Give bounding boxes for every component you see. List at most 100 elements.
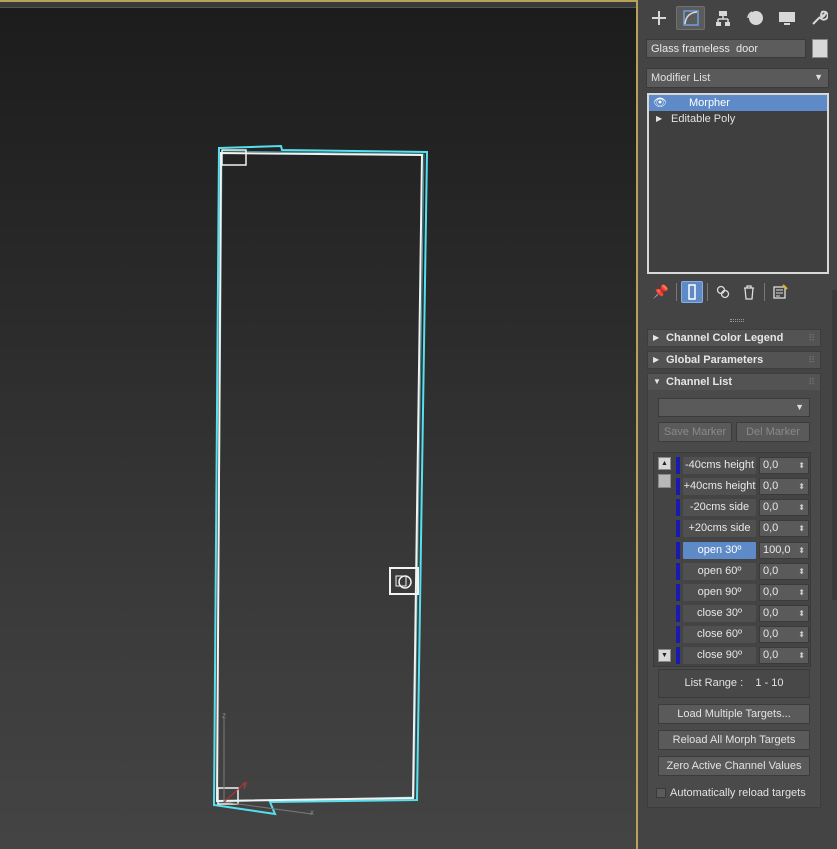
channel-color-bar xyxy=(676,605,680,622)
modifier-list-dropdown[interactable]: Modifier List ▼ xyxy=(646,68,829,88)
tab-hierarchy[interactable] xyxy=(708,6,737,30)
eye-icon[interactable]: 👁 xyxy=(653,95,667,111)
command-panel: Modifier List ▼ 👁 Morpher ▶ Editable Pol… xyxy=(640,0,837,849)
channel-color-bar xyxy=(676,584,680,601)
scroll-down-button[interactable]: ▼ xyxy=(658,649,671,662)
channel-row: close 60º 0,0 ⬍ xyxy=(676,625,810,644)
channel-value-spinner[interactable]: 100,0 ⬍ xyxy=(759,542,809,559)
channel-value: 0,0 xyxy=(763,480,779,492)
remove-modifier-button[interactable] xyxy=(738,281,760,303)
panel-resize-grip[interactable] xyxy=(730,319,744,322)
tab-utilities[interactable] xyxy=(804,6,833,30)
channel-value-spinner[interactable]: 0,0 ⬍ xyxy=(759,499,809,516)
marker-dropdown[interactable]: ▼ xyxy=(658,398,810,417)
door-selection-inner-outline xyxy=(216,150,425,803)
spinner-arrows-icon[interactable]: ⬍ xyxy=(798,500,805,515)
spinner-arrows-icon[interactable]: ⬍ xyxy=(798,564,805,579)
stack-item-morpher[interactable]: 👁 Morpher xyxy=(649,95,827,111)
auto-reload-option[interactable]: Automatically reload targets xyxy=(656,786,806,800)
perspective-viewport[interactable]: z x y xyxy=(0,0,638,849)
axis-y-label: y xyxy=(243,780,247,789)
channel-scrollbar[interactable]: ▲ ▼ xyxy=(658,457,672,663)
del-marker-button[interactable]: Del Marker xyxy=(736,422,810,442)
channel-color-bar xyxy=(676,647,680,664)
rollout-title: Channel Color Legend xyxy=(666,332,784,344)
channel-name-button[interactable]: open 30º xyxy=(683,542,756,559)
spinner-arrows-icon[interactable]: ⬍ xyxy=(798,479,805,494)
channel-name-button[interactable]: open 90º xyxy=(683,584,756,601)
channel-value-spinner[interactable]: 0,0 ⬍ xyxy=(759,457,809,474)
channel-value: 0,0 xyxy=(763,649,779,661)
channel-name-button[interactable]: +40cms height xyxy=(683,478,756,495)
channel-color-bar xyxy=(676,499,680,516)
channel-row: -20cms side 0,0 ⬍ xyxy=(676,498,810,517)
list-range-value: 1 - 10 xyxy=(755,677,784,689)
channel-name-button[interactable]: close 30º xyxy=(683,605,756,622)
pin-stack-button[interactable]: 📌 xyxy=(650,281,672,303)
channel-value-spinner[interactable]: 0,0 ⬍ xyxy=(759,647,809,664)
channel-color-bar xyxy=(676,626,680,643)
rollout-global-parameters[interactable]: ▶ Global Parameters ⠿ xyxy=(647,351,821,369)
spinner-arrows-icon[interactable]: ⬍ xyxy=(798,606,805,621)
scroll-up-button[interactable]: ▲ xyxy=(658,457,671,470)
drag-dots-icon: ⠿ xyxy=(808,377,815,387)
make-unique-button[interactable] xyxy=(712,281,734,303)
pin-icon: 📌 xyxy=(652,284,670,299)
tab-motion[interactable] xyxy=(740,6,769,30)
object-name-field[interactable] xyxy=(646,39,806,58)
channel-name-button[interactable]: -20cms side xyxy=(683,499,756,516)
channel-row: +20cms side 0,0 ⬍ xyxy=(676,519,810,538)
load-multiple-targets-button[interactable]: Load Multiple Targets... xyxy=(658,704,810,724)
tab-display[interactable] xyxy=(772,6,801,30)
channel-value-spinner[interactable]: 0,0 ⬍ xyxy=(759,563,809,580)
configure-modifier-sets-button[interactable] xyxy=(769,281,791,303)
panel-scroll-track[interactable] xyxy=(832,290,837,600)
expand-triangle-icon[interactable]: ▶ xyxy=(656,111,662,127)
save-marker-button[interactable]: Save Marker xyxy=(658,422,732,442)
channel-value-spinner[interactable]: 0,0 ⬍ xyxy=(759,584,809,601)
channel-value: 0,0 xyxy=(763,607,779,619)
channel-value: 0,0 xyxy=(763,501,779,513)
spinner-arrows-icon[interactable]: ⬍ xyxy=(798,521,805,536)
spinner-arrows-icon[interactable]: ⬍ xyxy=(798,627,805,642)
wrench-icon xyxy=(811,10,828,25)
auto-reload-checkbox[interactable] xyxy=(656,788,666,798)
stack-item-label: Editable Poly xyxy=(671,113,736,125)
channel-value: 0,0 xyxy=(763,586,779,598)
modifier-stack[interactable]: 👁 Morpher ▶ Editable Poly xyxy=(647,93,829,274)
channel-name-button[interactable]: close 60º xyxy=(683,626,756,643)
plus-icon xyxy=(651,11,666,25)
toolbar-divider xyxy=(676,283,677,301)
object-color-swatch[interactable] xyxy=(812,39,828,58)
spinner-arrows-icon[interactable]: ⬍ xyxy=(798,648,805,663)
channel-value-spinner[interactable]: 0,0 ⬍ xyxy=(759,520,809,537)
rollout-channel-list[interactable]: ▼ Channel List ⠿ xyxy=(647,373,821,391)
channel-value-spinner[interactable]: 0,0 ⬍ xyxy=(759,478,809,495)
configure-sets-icon xyxy=(773,284,788,299)
channel-value-spinner[interactable]: 0,0 ⬍ xyxy=(759,605,809,622)
channel-color-bar xyxy=(676,457,680,474)
tab-modify[interactable] xyxy=(676,6,705,30)
channel-value: 0,0 xyxy=(763,522,779,534)
channel-name-button[interactable]: -40cms height xyxy=(683,457,756,474)
scroll-thumb[interactable] xyxy=(658,474,671,488)
show-end-result-button[interactable] xyxy=(681,281,703,303)
spinner-arrows-icon[interactable]: ⬍ xyxy=(798,585,805,600)
spinner-arrows-icon[interactable]: ⬍ xyxy=(798,458,805,473)
expand-triangle-icon: ▶ xyxy=(653,355,660,364)
channel-name-button[interactable]: close 90º xyxy=(683,647,756,664)
spinner-arrows-icon[interactable]: ⬍ xyxy=(798,543,805,558)
rollout-channel-color-legend[interactable]: ▶ Channel Color Legend ⠿ xyxy=(647,329,821,347)
zero-active-channel-values-button[interactable]: Zero Active Channel Values xyxy=(658,756,810,776)
reload-all-morph-targets-button[interactable]: Reload All Morph Targets xyxy=(658,730,810,750)
drag-dots-icon: ⠿ xyxy=(808,355,815,365)
tab-create[interactable] xyxy=(644,6,673,30)
channel-name-button[interactable]: +20cms side xyxy=(683,520,756,537)
channel-name-button[interactable]: open 60º xyxy=(683,563,756,580)
list-range-label: List Range : xyxy=(684,677,744,689)
make-unique-icon xyxy=(716,285,730,299)
collapse-triangle-icon: ▼ xyxy=(653,377,661,386)
channel-color-bar xyxy=(676,478,680,495)
stack-item-editable-poly[interactable]: ▶ Editable Poly xyxy=(649,111,827,127)
channel-value-spinner[interactable]: 0,0 ⬍ xyxy=(759,626,809,643)
